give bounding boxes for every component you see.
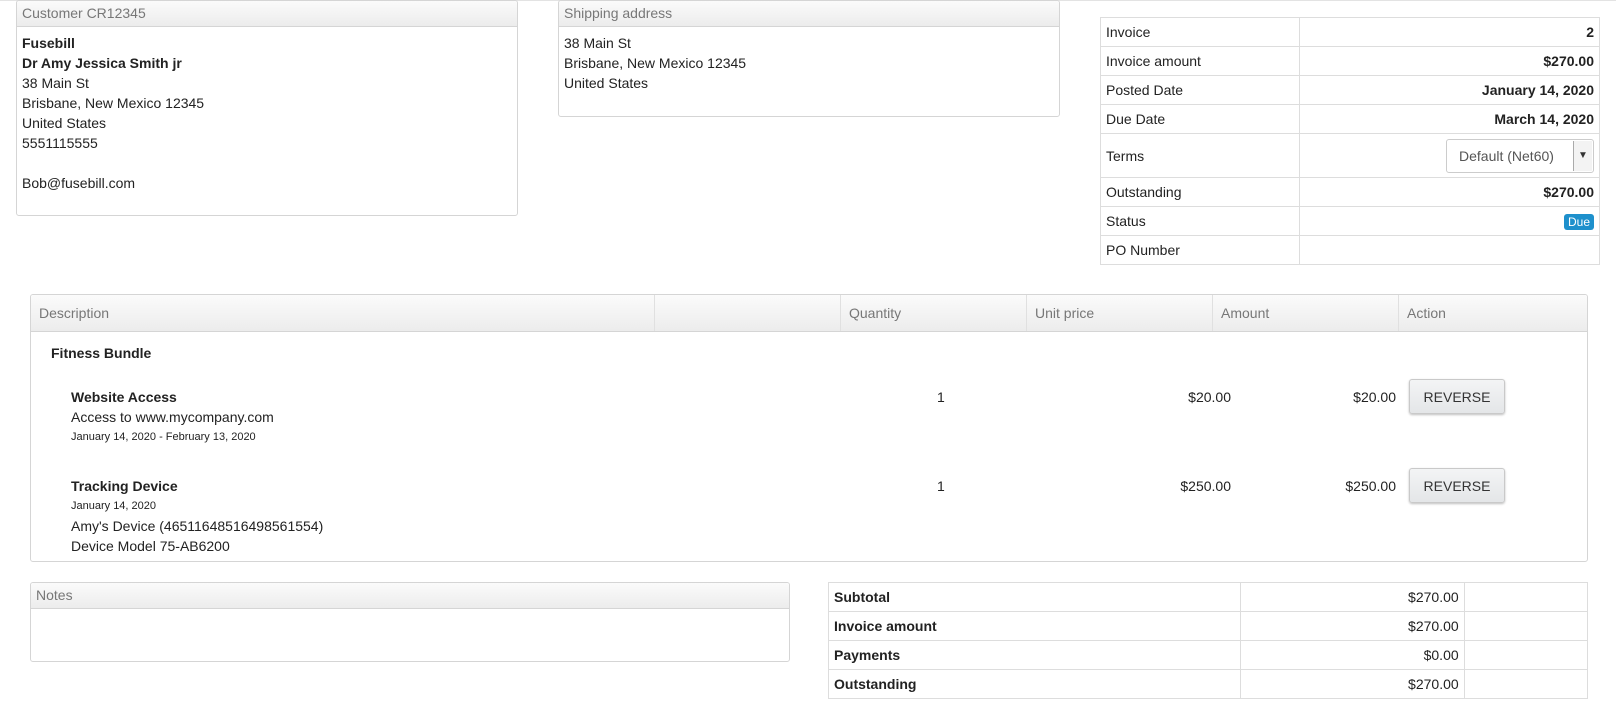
invoice-number-row: Invoice 2 — [1100, 17, 1600, 47]
item-quantity: 1 — [937, 389, 945, 405]
item-device-model: Device Model 75-AB6200 — [71, 538, 230, 554]
subtotal-value: $270.00 — [1240, 582, 1465, 612]
item-amount: $20.00 — [1353, 389, 1396, 405]
notes-header: Notes — [31, 583, 789, 609]
summary-outstanding-row: Outstanding $270.00 — [827, 669, 1589, 699]
item-amount: $250.00 — [1345, 478, 1396, 494]
terms-row: Terms Default (Net60) ▼ — [1100, 133, 1600, 178]
shipping-panel-header: Shipping address — [559, 1, 1059, 27]
summary-outstanding-value: $270.00 — [1240, 669, 1465, 699]
invoice-amount-row: Invoice amount $270.00 — [1100, 46, 1600, 76]
invoice-number: 2 — [1299, 17, 1600, 47]
item-description: Access to www.mycompany.com — [71, 409, 274, 425]
customer-street: 38 Main St — [22, 75, 89, 91]
posted-date-label: Posted Date — [1100, 75, 1300, 105]
po-number-label: PO Number — [1100, 235, 1300, 265]
customer-country: United States — [22, 115, 107, 131]
customer-city: Brisbane, New Mexico 12345 — [22, 95, 205, 111]
status-row: Status Due — [1100, 206, 1600, 236]
customer-panel: Customer CR12345 Fusebill Dr Amy Jessica… — [16, 0, 518, 216]
summary-amount-row: Invoice amount $270.00 — [827, 611, 1589, 641]
summary-amount-value: $270.00 — [1240, 611, 1465, 641]
outstanding-value: $270.00 — [1299, 177, 1600, 207]
column-header-quantity: Quantity — [841, 295, 1027, 331]
invoice-amount-label: Invoice amount — [1100, 46, 1300, 76]
status-label: Status — [1100, 206, 1300, 236]
payments-value: $0.00 — [1240, 640, 1465, 670]
customer-panel-header: Customer CR12345 — [17, 1, 517, 27]
posted-date-value: January 14, 2020 — [1299, 75, 1600, 105]
chevron-down-icon[interactable]: ▼ — [1573, 140, 1592, 171]
shipping-panel: Shipping address 38 Main St Brisbane, Ne… — [558, 0, 1060, 117]
item-date-range: January 14, 2020 - February 13, 2020 — [71, 431, 256, 443]
due-date-row: Due Date March 14, 2020 — [1100, 104, 1600, 134]
terms-selected-value: Default (Net60) — [1459, 147, 1554, 164]
line-items-table: Description Quantity Unit price Amount A… — [30, 294, 1588, 562]
customer-company: Fusebill — [22, 35, 75, 51]
customer-name: Dr Amy Jessica Smith jr — [22, 55, 182, 71]
bundle-title: Fitness Bundle — [51, 345, 152, 361]
posted-date-row: Posted Date January 14, 2020 — [1100, 75, 1600, 105]
subtotal-label: Subtotal — [827, 582, 1242, 612]
due-date-label: Due Date — [1100, 104, 1300, 134]
due-date-value: March 14, 2020 — [1299, 104, 1600, 134]
status-badge: Due — [1563, 213, 1594, 230]
column-header-spacer — [655, 295, 841, 331]
summary-outstanding-label: Outstanding — [827, 669, 1242, 699]
item-name: Tracking Device — [71, 478, 178, 494]
column-header-amount: Amount — [1213, 295, 1399, 331]
item-name: Website Access — [71, 389, 177, 405]
customer-email: Bob@fusebill.com — [22, 175, 136, 191]
shipping-city: Brisbane, New Mexico 12345 — [564, 55, 747, 71]
column-header-unit-price: Unit price — [1027, 295, 1213, 331]
notes-field[interactable] — [31, 609, 789, 659]
terms-label: Terms — [1100, 133, 1300, 178]
outstanding-label: Outstanding — [1100, 177, 1300, 207]
item-quantity: 1 — [937, 478, 945, 494]
reverse-button[interactable]: REVERSE — [1409, 468, 1505, 503]
item-device: Amy's Device (4651164851649856155­4) — [71, 518, 324, 534]
invoice-amount-value: $270.00 — [1299, 46, 1600, 76]
shipping-street: 38 Main St — [564, 35, 631, 51]
summary-table: Subtotal $270.00 Invoice amount $270.00 … — [827, 582, 1589, 699]
item-unit-price: $20.00 — [1188, 389, 1231, 405]
payments-label: Payments — [827, 640, 1242, 670]
invoice-info-table: Invoice 2 Invoice amount $270.00 Posted … — [1100, 17, 1600, 265]
item-date: January 14, 2020 — [71, 500, 157, 512]
customer-phone: 5551115555 — [22, 135, 98, 151]
po-number-row: PO Number — [1100, 235, 1600, 265]
summary-subtotal-row: Subtotal $270.00 — [827, 582, 1589, 612]
column-header-action: Action — [1407, 305, 1446, 321]
shipping-country: United States — [564, 75, 649, 91]
item-unit-price: $250.00 — [1180, 478, 1231, 494]
line-items-header: Description Quantity Unit price Amount A… — [31, 295, 1587, 332]
reverse-button[interactable]: REVERSE — [1409, 379, 1505, 414]
summary-payments-row: Payments $0.00 — [827, 640, 1589, 670]
po-number-value[interactable] — [1299, 235, 1600, 265]
summary-amount-label: Invoice amount — [827, 611, 1242, 641]
outstanding-row: Outstanding $270.00 — [1100, 177, 1600, 207]
invoice-label: Invoice — [1100, 17, 1300, 47]
column-header-description: Description — [31, 295, 655, 331]
notes-panel: Notes — [30, 582, 790, 662]
terms-select[interactable]: Default (Net60) ▼ — [1446, 138, 1594, 173]
